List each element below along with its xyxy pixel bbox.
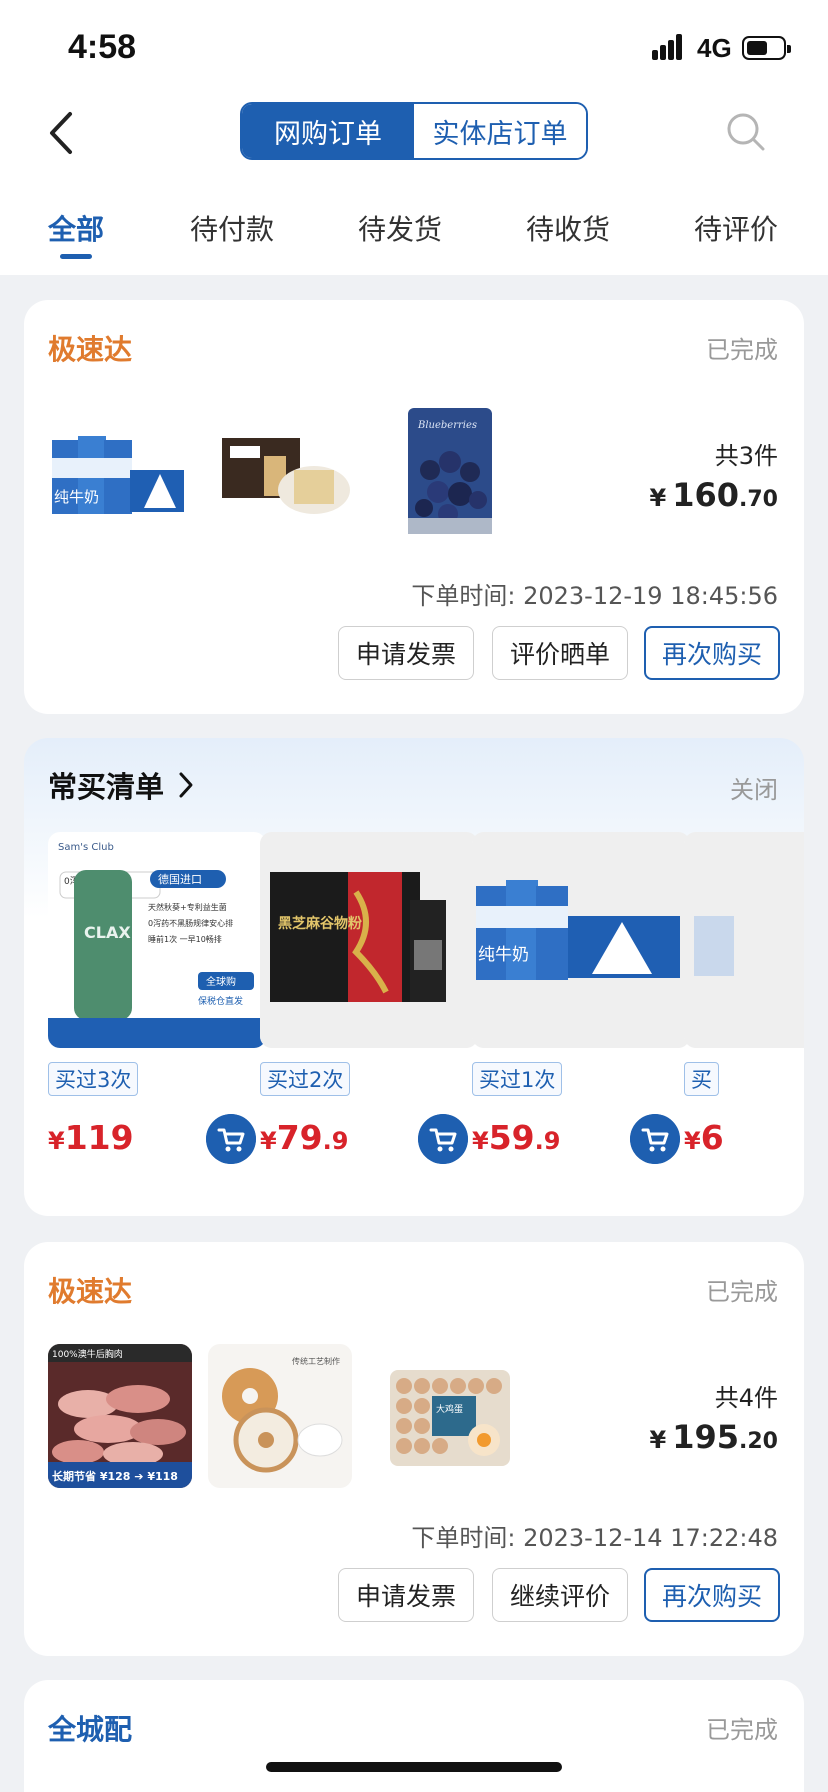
request-invoice-button[interactable]: 申请发票 [338, 1568, 474, 1622]
meat-price-caption: 长期节省 ¥128 ➔ ¥118 [52, 1469, 178, 1483]
product-thumbnail[interactable]: 100%澳牛后胸肉 长期节省 ¥128 ➔ ¥118 [48, 1344, 192, 1488]
order-status: 已完成 [706, 336, 778, 364]
order-card[interactable]: 极速达 已完成 100%澳牛后胸肉 长期节省 ¥128 ➔ ¥118 传统工艺制… [24, 1242, 804, 1656]
bagel-caption: 传统工艺制作 [292, 1356, 340, 1366]
battery-icon [742, 36, 791, 60]
order-time: 下单时间: 2023-12-14 17:22:48 [411, 1524, 778, 1552]
bullet-3: 睡前1次 一早10畅排 [148, 934, 222, 944]
product-name-text: CLAX [84, 923, 131, 942]
tab-all[interactable]: 全部 [48, 208, 104, 248]
sesame-text: 黑芝麻谷物粉 [278, 915, 362, 932]
frequent-purchases-title[interactable]: 常买清单 [48, 764, 164, 806]
origin-text: 德国进口 [158, 872, 202, 886]
add-to-cart-icon[interactable] [630, 1114, 680, 1164]
product-price: ¥79.9 [260, 1118, 349, 1157]
global-tag: 全球购 [206, 975, 236, 988]
tab-pending-payment[interactable]: 待付款 [190, 208, 274, 248]
active-tab-indicator [60, 254, 92, 259]
add-to-cart-icon[interactable] [418, 1114, 468, 1164]
product-image[interactable]: 纯牛奶 [472, 832, 690, 1048]
product-price: ¥59.9 [472, 1118, 561, 1157]
network-label: 4G [697, 33, 732, 63]
back-chevron-icon[interactable] [42, 110, 82, 156]
product-thumbnail[interactable]: 纯牛奶 [48, 400, 188, 540]
product-image[interactable]: 黑芝麻谷物粉 [260, 832, 478, 1048]
order-card[interactable]: 极速达 已完成 纯牛奶 Blueberries 共3件 ¥ 160.70 下单时… [24, 300, 804, 714]
warehouse-tag: 保税仓直发 [198, 995, 243, 1007]
blueberry-label: Blueberries [417, 420, 477, 431]
product-thumbnail[interactable]: 传统工艺制作 [208, 1344, 352, 1488]
continue-review-button[interactable]: 继续评价 [492, 1568, 628, 1622]
egg-label: 大鸡蛋 [436, 1403, 463, 1415]
add-to-cart-icon[interactable] [206, 1114, 256, 1164]
order-status: 已完成 [706, 1278, 778, 1306]
order-time: 下单时间: 2023-12-19 18:45:56 [411, 582, 778, 610]
product-card[interactable]: 纯牛奶 买过1次 ¥59.9 [472, 832, 690, 1164]
buy-again-button[interactable]: 再次购买 [644, 626, 780, 680]
tab-pending-receipt[interactable]: 待收货 [526, 208, 610, 248]
signal-icon [652, 34, 690, 60]
order-status: 已完成 [706, 1716, 778, 1744]
purchase-count-badge: 买 [684, 1062, 719, 1096]
purchase-count-badge: 买过3次 [48, 1062, 139, 1096]
home-indicator [266, 1762, 562, 1772]
shop-name: 全城配 [48, 1713, 133, 1746]
frequent-purchases-card: 常买清单 关闭 Sam's Club 0泻药 不黑肠 CLAX 德国进口 天然秋… [24, 738, 804, 1216]
product-image[interactable] [684, 832, 804, 1048]
tab-store-orders[interactable]: 实体店订单 [414, 104, 586, 158]
product-card[interactable]: 黑芝麻谷物粉 买过2次 ¥79.9 [260, 832, 478, 1164]
brand-text: Sam's Club [58, 842, 114, 853]
order-total: ¥160.70 [649, 476, 778, 514]
status-bar: 4:58 4G [0, 0, 828, 100]
order-total: ¥195.20 [649, 1418, 778, 1456]
product-thumbnail[interactable]: Blueberries [380, 400, 520, 540]
milk-box-text: 纯牛奶 [54, 488, 99, 506]
purchase-count-badge: 买过1次 [472, 1062, 563, 1096]
order-status-tabs: 全部 待付款 待发货 待收货 待评价 [0, 200, 828, 260]
product-card[interactable]: 买 ¥6 [684, 832, 804, 1157]
tab-online-orders[interactable]: 网购订单 [242, 104, 414, 158]
product-image[interactable]: Sam's Club 0泻药 不黑肠 CLAX 德国进口 天然秋葵+专利益生菌 … [48, 832, 266, 1048]
product-card[interactable]: Sam's Club 0泻药 不黑肠 CLAX 德国进口 天然秋葵+专利益生菌 … [48, 832, 266, 1164]
shop-name: 极速达 [48, 1275, 133, 1308]
shop-name: 极速达 [48, 333, 133, 366]
top-header: 4:58 4G 网购订单 实体店订单 全部 待付款 待发货 待收货 待评价 [0, 0, 828, 275]
buy-again-button[interactable]: 再次购买 [644, 1568, 780, 1622]
request-invoice-button[interactable]: 申请发票 [338, 626, 474, 680]
product-price: ¥6 [684, 1118, 724, 1157]
search-icon[interactable] [724, 110, 768, 154]
order-card[interactable]: 全城配 已完成 [24, 1680, 804, 1792]
bullet-2: 0泻药不黑肠规律安心排 [148, 918, 233, 928]
review-button[interactable]: 评价晒单 [492, 626, 628, 680]
milk-box-text: 纯牛奶 [478, 945, 529, 965]
meat-caption: 100%澳牛后胸肉 [52, 1348, 123, 1360]
bullet-1: 天然秋葵+专利益生菌 [148, 902, 227, 912]
tab-pending-review[interactable]: 待评价 [694, 208, 778, 248]
product-price: ¥119 [48, 1118, 134, 1157]
product-thumbnail[interactable]: 大鸡蛋 [380, 1344, 520, 1484]
order-type-switch: 网购订单 实体店订单 [240, 102, 588, 160]
item-count: 共4件 [714, 1384, 778, 1412]
item-count: 共3件 [714, 442, 778, 470]
chevron-right-icon[interactable] [176, 770, 196, 800]
tab-pending-shipment[interactable]: 待发货 [358, 208, 442, 248]
close-button[interactable]: 关闭 [730, 770, 778, 805]
clock: 4:58 [68, 28, 137, 66]
product-thumbnail[interactable] [214, 400, 354, 540]
purchase-count-badge: 买过2次 [260, 1062, 351, 1096]
